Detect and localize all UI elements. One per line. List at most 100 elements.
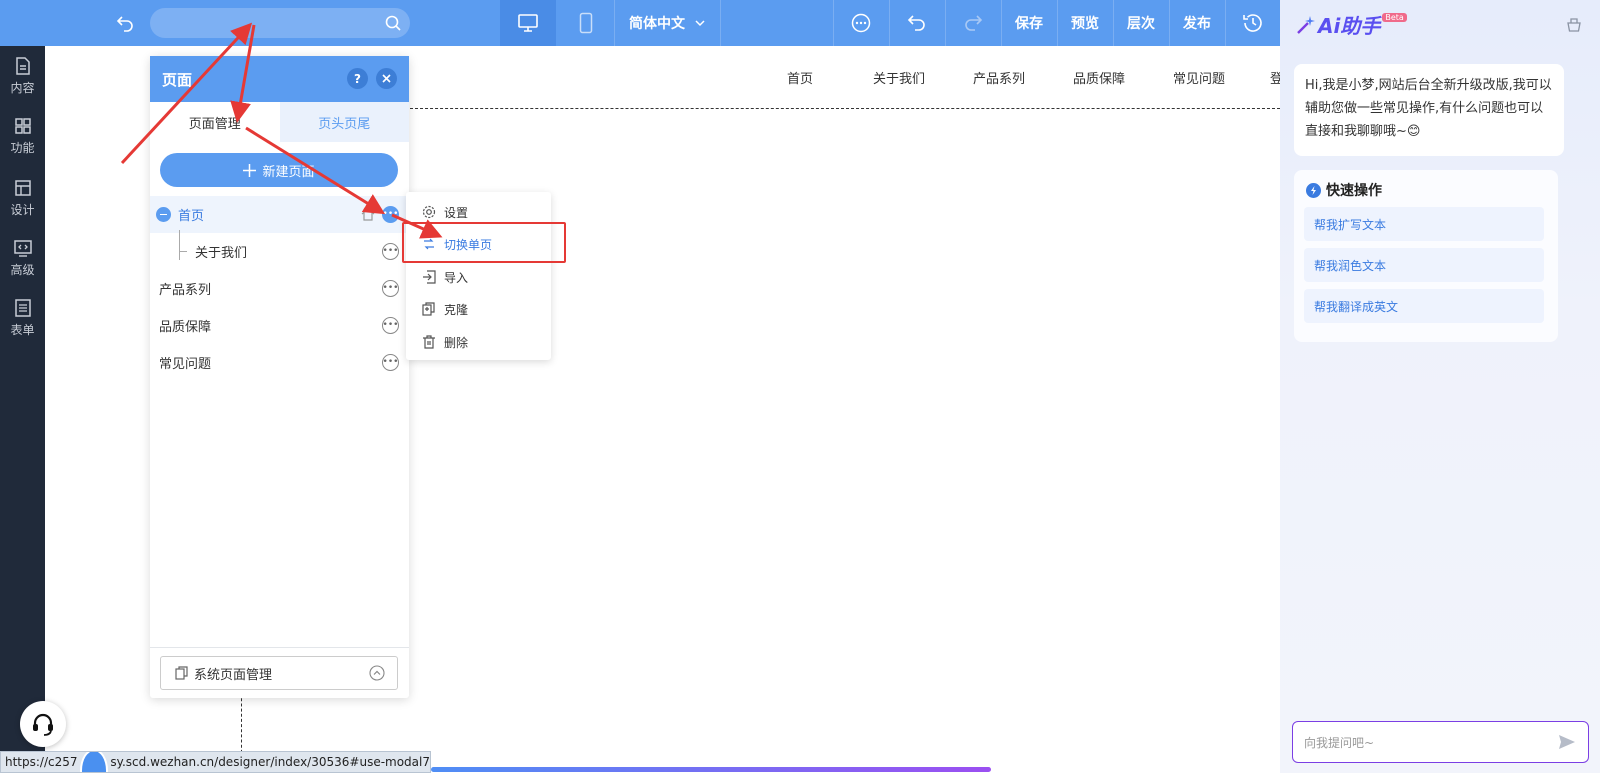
language-select[interactable]: 简体中文: [614, 0, 720, 46]
more-icon: •••: [382, 357, 399, 367]
canvas-guide: [241, 688, 242, 758]
ask-input[interactable]: 向我提问吧~: [1292, 721, 1589, 763]
more-button[interactable]: [833, 0, 889, 46]
chevron-up-icon: [369, 665, 385, 681]
status-url-suffix: sy.scd.wezhan.cn/designer/index/30536#us…: [110, 755, 430, 769]
redo-icon: [965, 15, 983, 31]
loading-progress-bar: [431, 767, 991, 772]
status-bar-url: https://c257 sy.scd.wezhan.cn/designer/i…: [0, 751, 431, 773]
left-sidebar: 内容 功能 设计 高级 表单: [0, 46, 45, 773]
pages-panel: 页面 ? 页面管理 页头页尾 新建页面 首页 ••• 关于我们 ••• 产品系列…: [150, 56, 409, 698]
status-url-prefix: https://c257: [5, 755, 78, 769]
clone-icon: [422, 302, 435, 316]
tab-page-management[interactable]: 页面管理: [150, 102, 280, 142]
sidebar-item-content[interactable]: 内容: [0, 56, 45, 112]
ask-input-placeholder: 向我提问吧~: [1304, 735, 1375, 750]
quick-action-translate[interactable]: 帮我翻译成英文: [1304, 289, 1544, 323]
sidebar-item-design[interactable]: 设计: [0, 178, 45, 234]
menu-item-import[interactable]: 导入: [406, 261, 551, 293]
page-row-faq[interactable]: 常见问题 •••: [150, 344, 409, 381]
page-more-button[interactable]: •••: [382, 354, 399, 371]
help-button[interactable]: ?: [347, 68, 368, 89]
close-button[interactable]: [376, 68, 397, 89]
page-row-about[interactable]: 关于我们 •••: [150, 230, 409, 270]
layout-icon: [14, 180, 31, 196]
panel-title: 页面: [162, 70, 193, 89]
quick-actions-card: 快速操作 帮我扩写文本 帮我润色文本 帮我翻译成英文: [1294, 170, 1558, 342]
site-nav-quality[interactable]: 品质保障: [1073, 68, 1125, 87]
import-icon: [423, 270, 436, 284]
lightning-icon: [1306, 182, 1321, 198]
system-pages-button[interactable]: 系统页面管理: [160, 656, 398, 690]
page-row-home[interactable]: 首页 •••: [150, 196, 409, 233]
history-icon: [1242, 14, 1262, 32]
monitor-icon: [518, 14, 538, 32]
site-nav-products[interactable]: 产品系列: [973, 68, 1025, 87]
send-icon[interactable]: [1558, 734, 1576, 750]
plus-icon: [243, 163, 257, 177]
help-icon: ?: [354, 71, 361, 86]
sidebar-item-advanced[interactable]: 高级: [0, 238, 45, 294]
sidebar-item-label: 功能: [10, 141, 35, 155]
ai-assistant-panel: Ai助手 Beta Hi,我是小梦,网站后台全新升级改版,我可以辅助您做一些常见…: [1280, 0, 1600, 773]
phone-icon: [579, 12, 593, 34]
sidebar-item-label: 表单: [10, 323, 35, 337]
ai-greeting-bubble: Hi,我是小梦,网站后台全新升级改版,我可以辅助您做一些常见操作,有什么问题也可…: [1294, 64, 1564, 156]
ai-logo: Ai助手 Beta: [1294, 10, 1407, 39]
tree-line: [179, 251, 187, 252]
copy-icon: [175, 666, 188, 680]
page-more-button[interactable]: •••: [382, 206, 399, 223]
document-icon: [15, 57, 30, 75]
quick-action-expand[interactable]: 帮我扩写文本: [1304, 207, 1544, 241]
page-more-button[interactable]: •••: [382, 280, 399, 297]
more-icon: [851, 13, 871, 33]
quick-action-polish[interactable]: 帮我润色文本: [1304, 248, 1544, 282]
page-row-quality[interactable]: 品质保障 •••: [150, 307, 409, 344]
site-nav-about[interactable]: 关于我们: [873, 68, 925, 87]
redo-button[interactable]: [945, 0, 1001, 46]
site-nav-faq[interactable]: 常见问题: [1173, 68, 1225, 87]
preview-button[interactable]: 预览: [1057, 0, 1113, 46]
panel-footer-divider: [150, 647, 409, 648]
page-label: 常见问题: [159, 357, 212, 372]
site-nav-home[interactable]: 首页: [787, 68, 813, 87]
customer-service-button[interactable]: [20, 701, 66, 747]
menu-item-clone[interactable]: 克隆: [406, 293, 551, 325]
search-input[interactable]: [150, 8, 410, 38]
history-button[interactable]: [1225, 0, 1280, 46]
clear-icon[interactable]: [1566, 16, 1582, 32]
more-icon: •••: [382, 209, 399, 219]
code-icon: [13, 240, 32, 257]
more-icon: •••: [382, 320, 399, 330]
desktop-view-button[interactable]: [500, 0, 556, 46]
page-row-products[interactable]: 产品系列 •••: [150, 270, 409, 307]
page-more-button[interactable]: •••: [382, 317, 399, 334]
save-button[interactable]: 保存: [1001, 0, 1057, 46]
sparkle-icon: [1297, 15, 1315, 34]
quick-actions-title: 快速操作: [1326, 183, 1382, 199]
collapse-icon[interactable]: [156, 207, 171, 222]
menu-item-label: 删除: [444, 335, 469, 350]
menu-item-label: 设置: [444, 205, 469, 220]
mobile-view-button[interactable]: [560, 0, 612, 46]
menu-item-delete[interactable]: 删除: [406, 326, 551, 358]
sidebar-item-features[interactable]: 功能: [0, 116, 45, 172]
layers-button[interactable]: 层次: [1113, 0, 1169, 46]
publish-button[interactable]: 发布: [1169, 0, 1225, 46]
top-toolbar: 简体中文 保存 预览 层次 发布: [0, 0, 1280, 46]
sidebar-item-forms[interactable]: 表单: [0, 298, 45, 354]
page-context-menu: 设置 切换单页 导入 克隆 删除: [406, 192, 551, 360]
headset-icon: [33, 713, 53, 736]
undo-button[interactable]: [889, 0, 945, 46]
system-pages-label: 系统页面管理: [194, 667, 273, 683]
menu-item-label: 克隆: [444, 302, 469, 317]
new-page-button[interactable]: 新建页面: [160, 153, 398, 187]
site-nav-more[interactable]: 登: [1270, 68, 1280, 87]
more-icon: •••: [382, 283, 399, 293]
search-icon[interactable]: [384, 14, 402, 32]
tree-line: [179, 230, 180, 260]
page-more-button[interactable]: •••: [382, 243, 399, 260]
back-button[interactable]: [110, 0, 140, 46]
sidebar-item-label: 内容: [10, 81, 35, 95]
tab-header-footer[interactable]: 页头页尾: [279, 102, 409, 142]
